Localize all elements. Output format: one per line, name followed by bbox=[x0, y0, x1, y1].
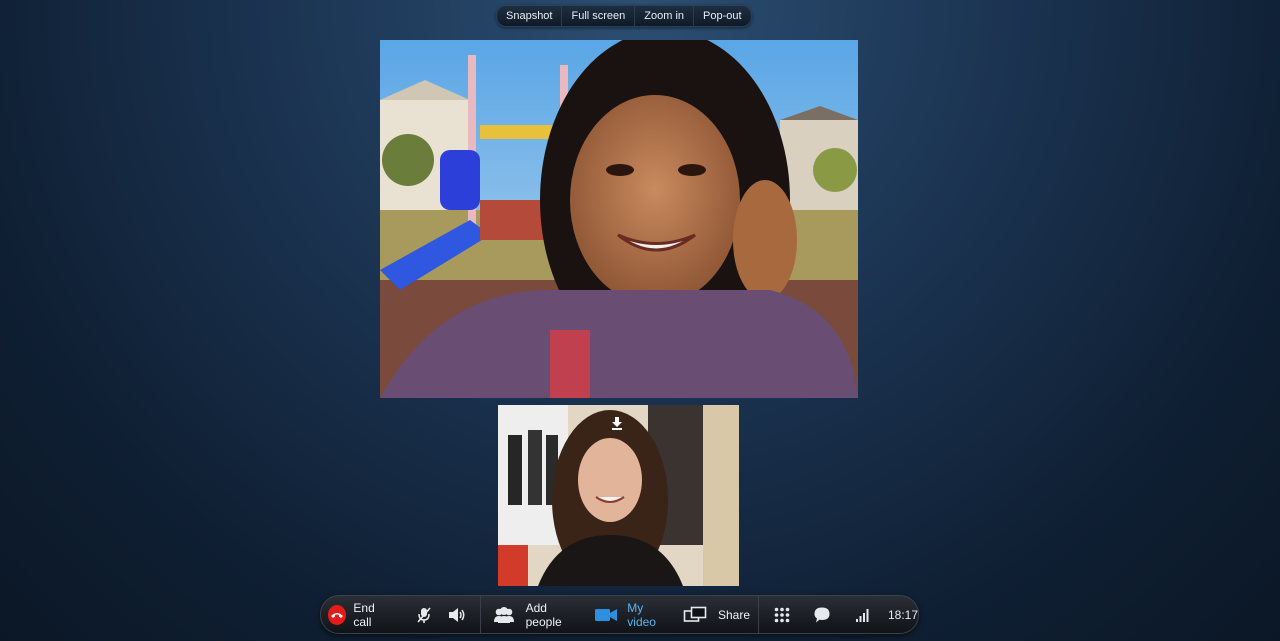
snapshot-button[interactable]: Snapshot bbox=[497, 6, 561, 26]
video-call-window: Snapshot Full screen Zoom in Pop-out End… bbox=[0, 0, 1280, 641]
chat-button[interactable] bbox=[813, 596, 831, 633]
end-call-label: End call bbox=[353, 600, 375, 629]
self-video-preview[interactable] bbox=[498, 405, 739, 586]
dialpad-button[interactable] bbox=[774, 596, 790, 633]
remote-video-image bbox=[380, 40, 858, 398]
call-control-bar: End call Add people My video Share 18:17 bbox=[320, 595, 919, 634]
speaker-icon bbox=[447, 606, 467, 624]
add-people-label: Add people bbox=[525, 600, 562, 629]
end-call-button[interactable]: End call bbox=[328, 596, 393, 633]
screen-share-icon bbox=[683, 606, 707, 624]
call-duration: 18:17 bbox=[887, 607, 919, 622]
phone-hangup-icon bbox=[328, 604, 347, 625]
my-video-label: My video bbox=[627, 600, 656, 629]
zoom-in-button[interactable]: Zoom in bbox=[634, 6, 693, 26]
add-people-button[interactable]: Add people bbox=[492, 596, 582, 633]
pop-out-button[interactable]: Pop-out bbox=[693, 6, 751, 26]
speaker-button[interactable] bbox=[447, 596, 467, 633]
dialpad-icon bbox=[774, 607, 790, 623]
call-quality-button[interactable] bbox=[855, 596, 871, 633]
self-video-image bbox=[498, 405, 739, 586]
remote-video-feed[interactable] bbox=[380, 40, 858, 398]
download-icon[interactable] bbox=[610, 416, 624, 430]
my-video-button[interactable]: My video bbox=[594, 596, 671, 633]
share-label: Share bbox=[717, 607, 751, 622]
chat-bubble-icon bbox=[813, 606, 831, 624]
mute-button[interactable] bbox=[415, 596, 433, 633]
mic-muted-icon bbox=[415, 606, 433, 624]
people-icon bbox=[492, 606, 516, 624]
share-button[interactable]: Share bbox=[683, 596, 750, 633]
full-screen-button[interactable]: Full screen bbox=[561, 6, 634, 26]
video-toolbar: Snapshot Full screen Zoom in Pop-out bbox=[496, 5, 752, 27]
video-camera-icon bbox=[594, 607, 618, 623]
signal-strength-icon bbox=[855, 607, 871, 623]
